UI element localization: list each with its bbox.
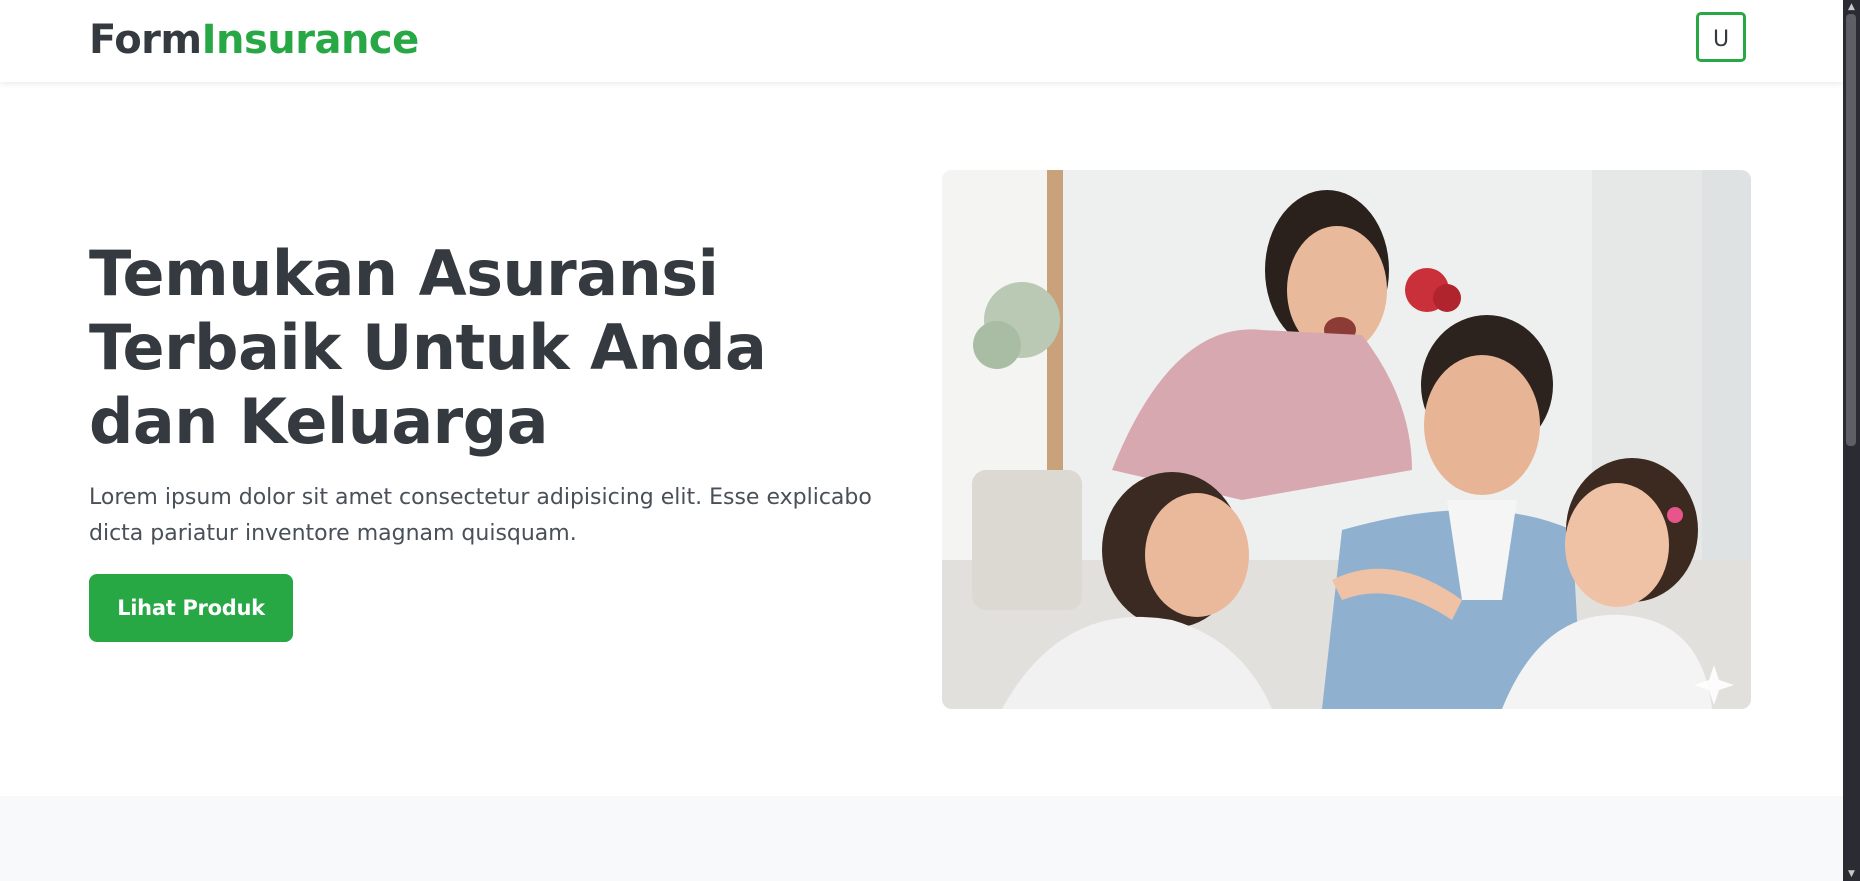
view-products-button[interactable]: Lihat Produk (89, 574, 293, 642)
navbar: FormInsurance U (0, 0, 1843, 82)
scrollbar-thumb[interactable] (1846, 14, 1856, 446)
brand-name-form: Form (89, 17, 202, 63)
next-section (0, 796, 1843, 881)
chevron-down-icon[interactable]: ▼ (1843, 868, 1860, 880)
page-scrollbar[interactable]: ▲ ▼ (1843, 0, 1860, 881)
page: FormInsurance U Temukan Asuransi Terbaik… (0, 0, 1860, 881)
hero-family-photo (942, 170, 1751, 709)
hero-title: Temukan Asuransi Terbaik Untuk Anda dan … (89, 237, 767, 458)
hero-section: Temukan Asuransi Terbaik Untuk Anda dan … (0, 82, 1843, 796)
hero-description: Lorem ipsum dolor sit amet consectetur a… (89, 485, 872, 546)
chevron-up-icon[interactable]: ▲ (1843, 1, 1860, 13)
brand-logo[interactable]: FormInsurance (89, 16, 419, 64)
brand-name-insurance: Insurance (201, 17, 420, 63)
user-menu-button[interactable]: U (1696, 12, 1746, 62)
